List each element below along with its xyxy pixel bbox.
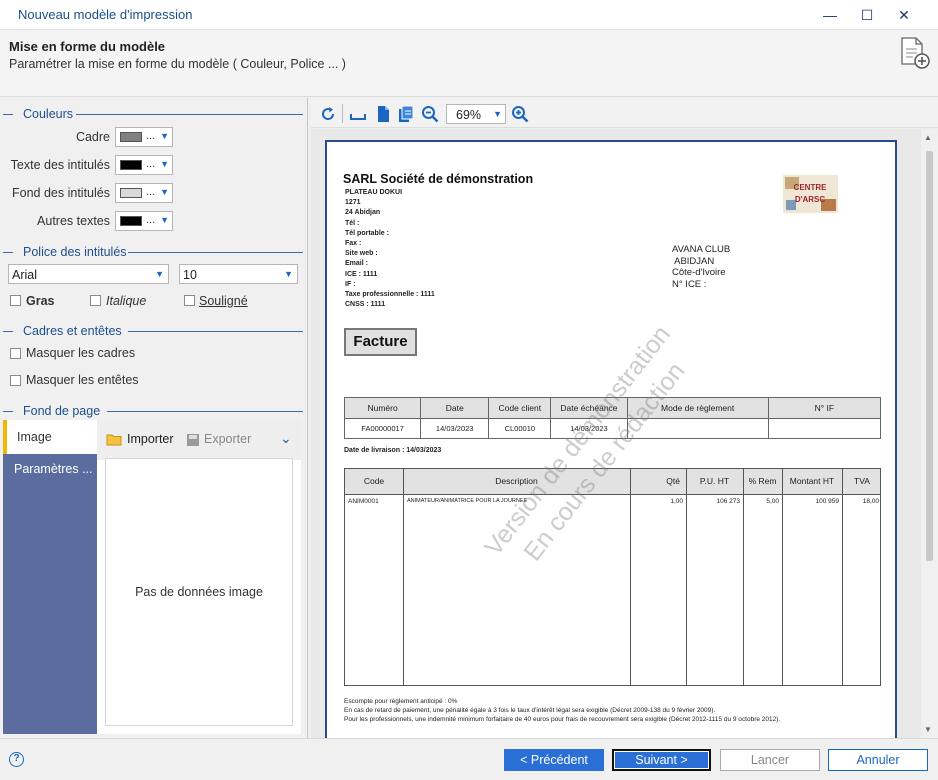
hide-headers-checkbox[interactable] [10, 375, 21, 386]
preview-toolbar: 69% ▼ [311, 98, 938, 128]
invoice-page: SARL Société de démonstration PLATEAU DO… [325, 140, 897, 738]
chevron-down-icon: ▼ [160, 215, 169, 225]
other-text-color-label: Autres textes [37, 214, 110, 228]
other-text-color-picker[interactable]: ... ▼ [115, 211, 173, 231]
refresh-icon[interactable] [319, 105, 337, 123]
close-button[interactable]: ✕ [893, 4, 915, 26]
bold-checkbox[interactable] [10, 295, 21, 306]
font-section-header[interactable]: Police des intitulés [0, 244, 303, 260]
window-title: Nouveau modèle d'impression [18, 7, 193, 22]
colors-section-label: Couleurs [23, 107, 80, 121]
client-address: AVANA CLUB ABIDJAN Côte-d'Ivoire N° ICE … [672, 244, 731, 290]
zoom-select[interactable]: 69% ▼ [446, 104, 506, 124]
company-logo: CENTRE D'ARSC [783, 175, 838, 213]
frame-color-label: Cadre [75, 130, 110, 144]
page-width-icon[interactable] [349, 105, 367, 123]
settings-panel: Couleurs Cadre ... ▼ Texte des intitulés… [0, 98, 308, 738]
full-page-icon[interactable] [374, 105, 392, 123]
chevron-down-icon: ▼ [493, 109, 502, 119]
chevron-down-icon: ▼ [155, 269, 164, 279]
image-panel: Importer Exporter ⌄ Pas de données image [97, 420, 301, 734]
step-title: Mise en forme du modèle [9, 39, 166, 54]
label-bg-color-label: Fond des intitulés [12, 186, 110, 200]
image-toolbar: Importer Exporter ⌄ [97, 420, 301, 460]
frames-section-header[interactable]: Cadres et entêtes [0, 323, 303, 339]
wizard-header: Mise en forme du modèle Paramétrer la mi… [0, 31, 938, 97]
folder-icon [106, 434, 122, 446]
preview-scrollbar[interactable]: ▲ ▼ [921, 129, 938, 738]
previous-button[interactable]: < Précédent [504, 749, 604, 771]
font-size-select[interactable]: 10 ▼ [179, 264, 298, 284]
svg-text:D'ARSC: D'ARSC [795, 195, 826, 204]
label-text-color-label: Texte des intitulés [10, 158, 110, 172]
export-button[interactable]: Exporter [204, 432, 251, 446]
zoom-out-icon[interactable] [421, 105, 439, 123]
background-section-header[interactable]: Fond de page [0, 403, 303, 419]
print-preview: 69% ▼ SARL Société de démonstration PLAT… [311, 98, 938, 738]
svg-text:CENTRE: CENTRE [794, 183, 828, 192]
toolbar-separator [342, 104, 343, 123]
frame-color-picker[interactable]: ... ▼ [115, 127, 173, 147]
payment-notes: Escompte pour règlement anticipé : 0% En… [344, 698, 781, 723]
scroll-thumb[interactable] [926, 151, 933, 561]
help-icon[interactable]: ? [9, 752, 24, 767]
chevron-down-icon: ▼ [160, 187, 169, 197]
colors-section-header[interactable]: Couleurs [0, 106, 303, 122]
items-table: Code Description Qté P.U. HT % Rem Monta… [344, 468, 881, 686]
hide-frames-checkbox[interactable] [10, 348, 21, 359]
multi-page-icon[interactable] [397, 105, 415, 123]
scroll-up-icon[interactable]: ▲ [924, 133, 932, 142]
import-button[interactable]: Importer [127, 432, 174, 446]
preview-canvas[interactable]: SARL Société de démonstration PLATEAU DO… [311, 129, 921, 738]
italic-label: Italique [106, 294, 147, 308]
no-image-text: Pas de données image [135, 585, 263, 599]
step-subtitle: Paramétrer la mise en forme du modèle ( … [9, 57, 346, 71]
font-section-label: Police des intitulés [23, 245, 133, 259]
frames-section-label: Cadres et entêtes [23, 324, 128, 338]
save-icon [187, 434, 199, 446]
font-family-select[interactable]: Arial ▼ [8, 264, 169, 284]
launch-button[interactable]: Lancer [720, 749, 820, 771]
next-button[interactable]: Suivant > [612, 749, 711, 771]
minimize-button[interactable]: — [819, 4, 841, 26]
new-document-icon [901, 37, 930, 69]
underline-checkbox[interactable] [184, 295, 195, 306]
hide-frames-label: Masquer les cadres [26, 346, 136, 360]
chevron-down-icon: ▼ [284, 269, 293, 279]
label-text-color-picker[interactable]: ... ▼ [115, 155, 173, 175]
chevron-down-icon: ▼ [160, 159, 169, 169]
italic-checkbox[interactable] [90, 295, 101, 306]
scroll-down-icon[interactable]: ▼ [924, 725, 932, 734]
frame-color-swatch [120, 132, 142, 142]
bold-label: Gras [26, 294, 55, 308]
title-bar: Nouveau modèle d'impression — ☐ ✕ [0, 0, 938, 30]
delivery-date: Date de livraison : 14/03/2023 [344, 447, 442, 454]
tab-parameters[interactable]: Paramètres ... [14, 462, 93, 476]
zoom-in-icon[interactable] [511, 105, 529, 123]
maximize-button[interactable]: ☐ [856, 4, 878, 26]
company-name: SARL Société de démonstration [343, 172, 534, 186]
company-info: PLATEAU DOKUI 1271 24 Abidjan Tél : Tél … [345, 189, 435, 309]
other-text-color-swatch [120, 216, 142, 226]
tab-image-label: Image [17, 430, 52, 444]
document-type: Facture [344, 328, 417, 356]
chevron-down-icon[interactable]: ⌄ [280, 430, 292, 447]
label-bg-color-swatch [120, 188, 142, 198]
background-section-label: Fond de page [23, 404, 107, 418]
chevron-down-icon: ▼ [160, 131, 169, 141]
image-preview-box[interactable]: Pas de données image [105, 458, 293, 726]
wizard-footer: ? < Précédent Suivant > Lancer Annuler [0, 738, 938, 780]
label-bg-color-picker[interactable]: ... ▼ [115, 183, 173, 203]
tab-image[interactable]: Image [3, 420, 97, 454]
cancel-button[interactable]: Annuler [828, 749, 928, 771]
underline-label: Souligné [199, 294, 248, 308]
hide-headers-label: Masquer les entêtes [26, 373, 139, 387]
label-text-color-swatch [120, 160, 142, 170]
